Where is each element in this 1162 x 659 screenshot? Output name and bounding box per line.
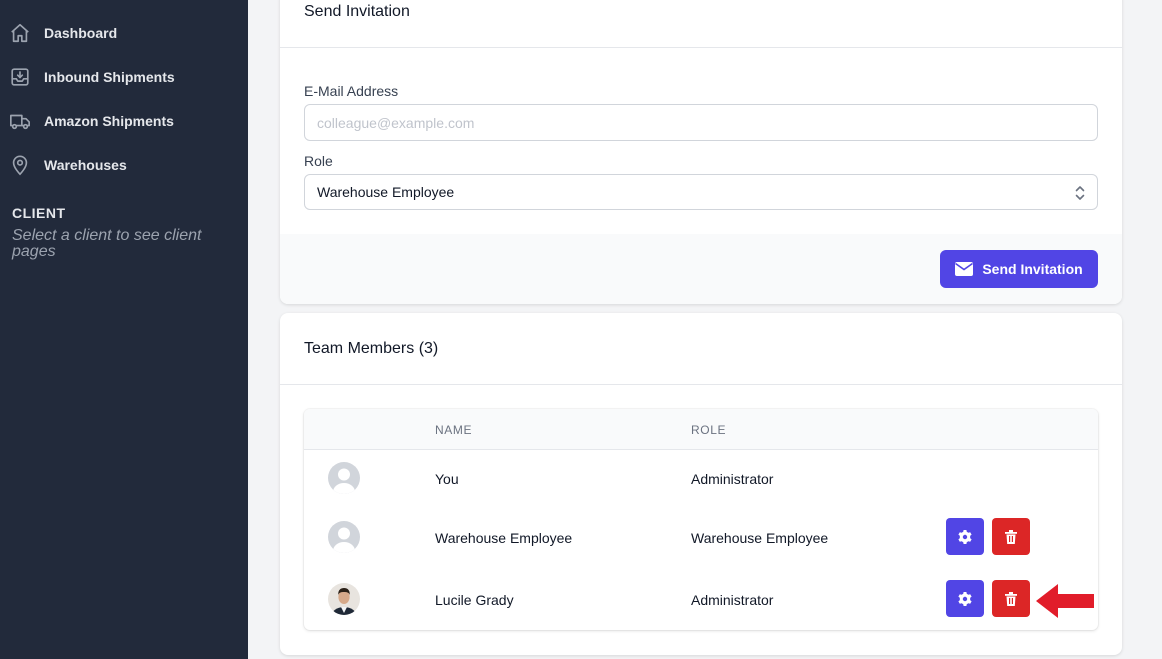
role-select[interactable]: Warehouse Employee xyxy=(304,174,1098,210)
send-invitation-title: Send Invitation xyxy=(304,3,410,20)
member-name: You xyxy=(435,471,459,487)
user-photo-icon xyxy=(328,583,360,615)
client-section-heading: CLIENT xyxy=(12,205,66,221)
table-header: NAME ROLE xyxy=(304,409,1098,450)
member-role: Administrator xyxy=(691,471,774,487)
table-row: Warehouse Employee Warehouse Employee xyxy=(304,509,1098,569)
location-pin-icon xyxy=(8,153,32,177)
sidebar-item-label: Warehouses xyxy=(44,157,127,173)
send-invitation-button-label: Send Invitation xyxy=(982,261,1083,277)
email-field-label: E-Mail Address xyxy=(304,83,399,99)
sidebar-item-inbound-shipments[interactable]: Inbound Shipments xyxy=(0,57,248,97)
default-avatar-icon xyxy=(328,462,360,494)
table-row: You Administrator xyxy=(304,450,1098,510)
team-members-card: Team Members (3) NAME ROLE You Administr… xyxy=(280,313,1122,655)
gear-icon xyxy=(958,529,972,544)
default-avatar-icon xyxy=(328,521,360,553)
annotation-arrow-icon xyxy=(1036,584,1094,618)
member-settings-button[interactable] xyxy=(946,580,984,617)
send-invitation-button[interactable]: Send Invitation xyxy=(940,250,1098,288)
team-members-table: NAME ROLE You Administrator Warehouse Em… xyxy=(304,409,1098,630)
home-icon xyxy=(8,21,32,45)
member-role: Warehouse Employee xyxy=(691,530,829,546)
member-settings-button[interactable] xyxy=(946,518,984,555)
sidebar-item-label: Inbound Shipments xyxy=(44,69,175,85)
member-delete-button[interactable] xyxy=(992,580,1030,617)
sidebar: Dashboard Inbound Shipments Amazon Shipm… xyxy=(0,0,248,659)
team-members-title: Team Members (3) xyxy=(304,340,439,357)
sidebar-item-amazon-shipments[interactable]: Amazon Shipments xyxy=(0,101,248,141)
card-divider xyxy=(280,47,1122,48)
table-row: Lucile Grady Administrator xyxy=(304,569,1098,629)
column-header-role: ROLE xyxy=(691,423,727,437)
member-name: Warehouse Employee xyxy=(435,530,573,546)
member-role: Administrator xyxy=(691,592,774,608)
avatar xyxy=(328,521,360,553)
member-name: Lucile Grady xyxy=(435,592,514,608)
envelope-icon xyxy=(955,262,974,276)
sidebar-item-warehouses[interactable]: Warehouses xyxy=(0,145,248,185)
avatar xyxy=(328,583,360,615)
sidebar-item-label: Amazon Shipments xyxy=(44,113,174,129)
truck-icon xyxy=(8,109,32,133)
column-header-name: NAME xyxy=(435,423,473,437)
gear-icon xyxy=(958,591,972,606)
client-section-hint: Select a client to see client pages xyxy=(12,227,202,260)
email-field[interactable] xyxy=(304,104,1098,141)
invitation-card-footer: Send Invitation xyxy=(280,234,1122,304)
send-invitation-card: Send Invitation E-Mail Address Role Ware… xyxy=(280,0,1122,304)
trash-icon xyxy=(1005,529,1017,544)
role-select-value: Warehouse Employee xyxy=(317,184,455,200)
chevron-up-down-icon xyxy=(1075,186,1085,200)
member-delete-button[interactable] xyxy=(992,518,1030,555)
card-divider xyxy=(280,384,1122,385)
sidebar-item-label: Dashboard xyxy=(44,25,118,41)
sidebar-item-dashboard[interactable]: Dashboard xyxy=(0,13,248,53)
role-field-label: Role xyxy=(304,153,333,169)
avatar xyxy=(328,462,360,494)
inbox-download-icon xyxy=(8,65,32,89)
trash-icon xyxy=(1005,591,1017,606)
